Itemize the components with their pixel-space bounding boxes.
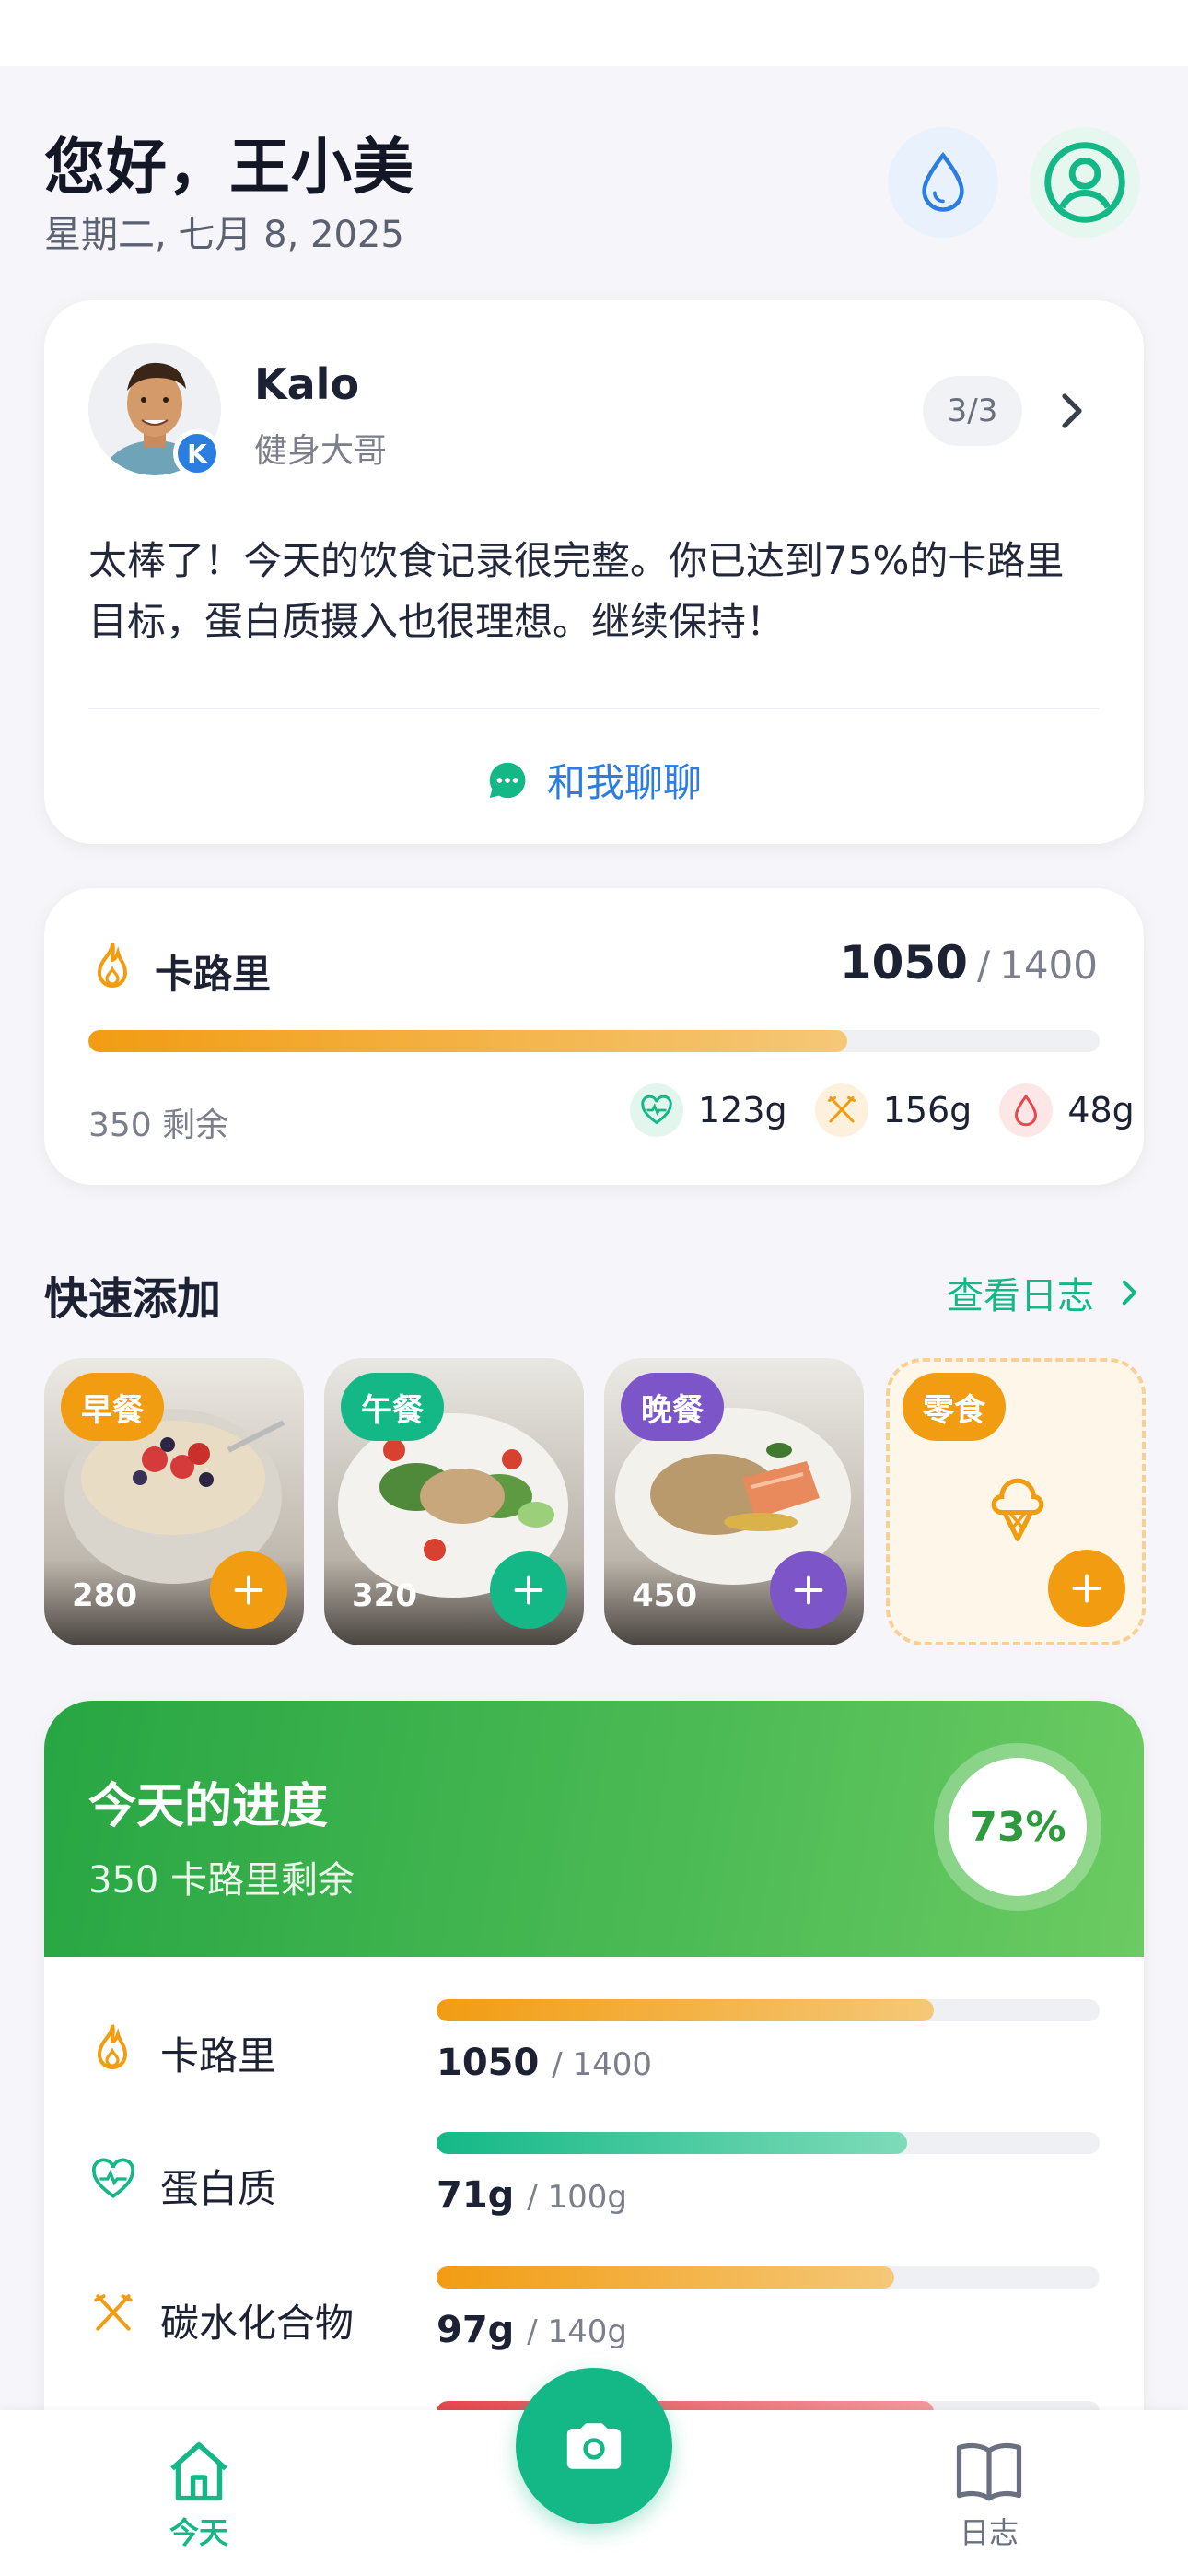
- divider: [88, 708, 1100, 709]
- nav-today-label: 今天: [169, 2515, 228, 2550]
- calorie-consumed: 1050: [839, 936, 968, 989]
- snack-tag: 零食: [903, 1373, 1006, 1441]
- date-label: 星期二, 七月 8, 2025: [44, 214, 404, 256]
- breakfast-calories: 280: [72, 1577, 137, 1614]
- water-button[interactable]: [888, 127, 998, 238]
- fork-knife-icon: [814, 1083, 868, 1137]
- progress-protein-label: 蛋白质: [160, 2166, 277, 2211]
- heart-pulse-icon: [630, 1083, 683, 1137]
- progress-calorie-values: 1050 / 1400: [437, 2042, 653, 2084]
- camera-button[interactable]: [516, 2368, 672, 2524]
- add-snack-button[interactable]: [1048, 1550, 1125, 1627]
- quick-add-breakfast[interactable]: 早餐 280: [44, 1358, 304, 1645]
- quick-add-dinner[interactable]: 晚餐 450: [604, 1358, 864, 1645]
- flame-icon: [92, 940, 133, 989]
- quick-add-snack[interactable]: 零食: [886, 1358, 1146, 1645]
- progress-ring: 73%: [934, 1743, 1101, 1911]
- dinner-calories: 450: [632, 1577, 697, 1614]
- chat-bubble-icon: [489, 762, 526, 798]
- lunch-tag: 午餐: [341, 1373, 444, 1441]
- dinner-tag: 晚餐: [621, 1373, 724, 1441]
- heart-pulse-icon: [90, 2156, 136, 2202]
- book-open-icon: [956, 2442, 1022, 2501]
- progress-carbs-values: 97g / 140g: [437, 2309, 627, 2351]
- nav-log-label: 日志: [959, 2515, 1019, 2550]
- flame-icon: [92, 2021, 133, 2071]
- chat-label: 和我聊聊: [547, 760, 703, 805]
- plus-icon: [794, 1575, 823, 1605]
- water-drop-icon: [922, 151, 964, 212]
- fork-knife-icon: [90, 2290, 136, 2336]
- progress-protein-bar: [437, 2132, 1100, 2154]
- carbs-value: 156g: [882, 1090, 973, 1130]
- status-bar: [0, 0, 1188, 66]
- page-indicator: 3/3: [923, 376, 1022, 446]
- coach-badge: K: [173, 429, 221, 477]
- calorie-progress-bar: [88, 1030, 1100, 1052]
- protein-value: 123g: [698, 1090, 787, 1130]
- profile-button[interactable]: [1030, 127, 1140, 238]
- user-circle-icon: [1044, 142, 1125, 223]
- view-log-link[interactable]: 查看日志: [947, 1266, 1144, 1319]
- breakfast-tag: 早餐: [61, 1373, 164, 1441]
- home-icon: [170, 2441, 227, 2501]
- quick-add-lunch[interactable]: 午餐 320: [324, 1358, 584, 1645]
- chevron-right-icon: [1062, 393, 1082, 428]
- next-message-button[interactable]: [1048, 389, 1092, 433]
- progress-protein-values: 71g / 100g: [437, 2174, 627, 2217]
- ice-cream-icon: [985, 1465, 1050, 1544]
- calorie-separator: /: [976, 943, 991, 988]
- plus-icon: [1072, 1574, 1101, 1603]
- calorie-remaining: 350 剩余: [88, 1107, 229, 1144]
- progress-carbs-label: 碳水化合物: [160, 2301, 355, 2346]
- progress-title: 今天的进度: [88, 1779, 329, 1834]
- lunch-calories: 320: [352, 1577, 417, 1614]
- camera-icon: [566, 2423, 622, 2469]
- calorie-label: 卡路里: [155, 952, 272, 997]
- add-breakfast-button[interactable]: [210, 1551, 287, 1629]
- chevron-right-icon: [1122, 1280, 1137, 1306]
- progress-subtitle: 350 卡路里剩余: [88, 1859, 355, 1902]
- greeting-title: 您好，王小美: [44, 132, 414, 203]
- progress-calorie-bar: [437, 1999, 1100, 2021]
- nav-today[interactable]: 今天: [153, 2436, 245, 2552]
- macro-summary: 123g 156g 48g: [630, 1083, 1135, 1137]
- progress-percent: 73%: [949, 1758, 1087, 1896]
- plus-icon: [234, 1575, 263, 1605]
- progress-carbs-bar: [437, 2266, 1100, 2289]
- quick-add-title: 快速添加: [44, 1273, 222, 1325]
- nav-log[interactable]: 日志: [943, 2438, 1035, 2552]
- add-dinner-button[interactable]: [770, 1551, 847, 1629]
- view-log-label: 查看日志: [947, 1275, 1094, 1317]
- chat-button[interactable]: 和我聊聊: [486, 752, 702, 808]
- coach-message: 太棒了！今天的饮食记录很完整。你已达到75%的卡路里目标，蛋白质摄入也很理想。继…: [88, 538, 1065, 644]
- progress-calorie-label: 卡路里: [160, 2033, 277, 2078]
- calorie-goal: 1400: [999, 943, 1098, 988]
- drop-icon: [999, 1083, 1054, 1137]
- plus-icon: [514, 1575, 543, 1605]
- calorie-summary-card[interactable]: 卡路里 1050 / 1400 350 剩余 123g 156g 48g: [44, 888, 1144, 1185]
- add-lunch-button[interactable]: [490, 1551, 567, 1629]
- coach-subtitle: 健身大哥: [254, 432, 388, 470]
- coach-name: Kalo: [254, 359, 360, 409]
- calorie-values: 1050 / 1400: [840, 936, 1098, 989]
- coach-card: K Kalo 健身大哥 3/3 太棒了！今天的饮食记录很完整。你已达到75%的卡…: [44, 300, 1144, 844]
- fat-value: 48g: [1067, 1090, 1135, 1130]
